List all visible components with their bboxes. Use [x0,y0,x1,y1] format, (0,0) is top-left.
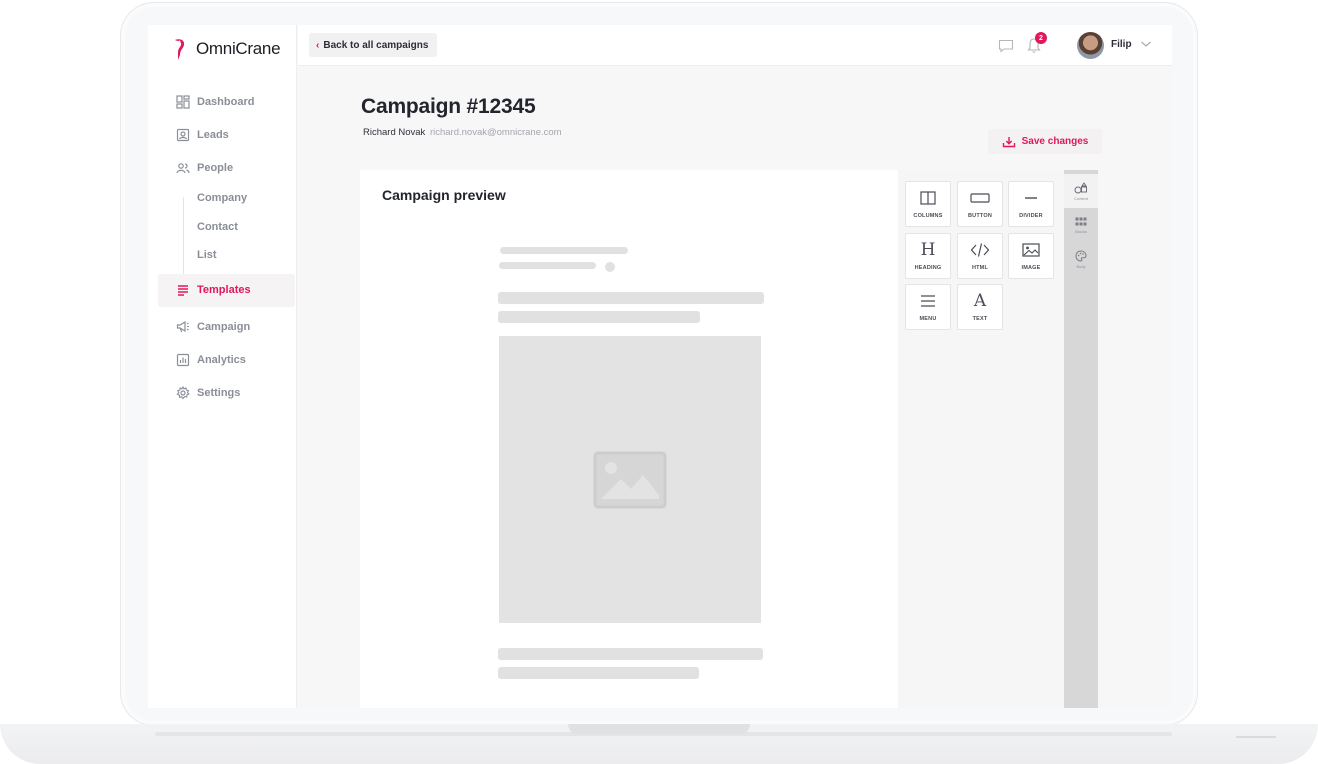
preview-title: Campaign preview [382,187,506,203]
sidebar: OmniCrane Dashboard Leads People Company… [148,25,297,708]
rail-tab-blocks[interactable]: Blocks [1064,208,1098,242]
campaign-editor: Campaign preview COLUMNS BUTTON DIVIDER [360,170,1098,708]
rail-tab-body[interactable]: Body [1064,242,1098,276]
tool-label: BUTTON [967,213,992,219]
tool-html[interactable]: HTML [957,233,1003,279]
image-placeholder[interactable] [499,336,761,623]
megaphone-icon [176,320,189,333]
tool-label: COLUMNS [913,213,943,219]
content-tools-panel: COLUMNS BUTTON DIVIDER H HEADING HTML IM… [898,170,1064,708]
sidebar-item-label: Contact [197,220,238,233]
sidebar-item-label: People [197,161,234,174]
campaign-owner: Richard Novak richard.novak@omnicrane.co… [363,127,562,138]
logo[interactable]: OmniCrane [172,36,281,62]
tool-label: TEXT [972,316,988,322]
sidebar-item-templates[interactable]: Templates [158,273,295,307]
rail-tab-label: Body [1076,263,1086,269]
image-icon [1022,243,1040,257]
sidebar-item-list[interactable]: List [148,241,297,270]
sidebar-item-label: Dashboard [197,95,255,108]
laptop-base [0,724,1318,764]
templates-icon [178,285,188,296]
sidebar-item-label: Settings [197,387,241,399]
image-icon [593,451,667,508]
gear-icon [176,386,190,400]
placeholder-line [498,667,699,679]
leads-icon [176,128,190,141]
blocks-icon [1075,217,1087,225]
placeholder-dot [605,262,615,272]
dashboard-icon [176,94,190,109]
owner-email: richard.novak@omnicrane.com [429,127,562,138]
notification-badge: 2 [1035,32,1047,44]
sidebar-item-label: List [197,249,217,262]
notifications-button[interactable]: 2 [1026,32,1047,55]
tool-label: DIVIDER [1019,213,1043,219]
brand-name: OmniCrane [196,39,281,58]
save-changes-button[interactable]: Save changes [988,129,1102,154]
placeholder-line [498,292,764,304]
columns-icon [920,191,936,205]
text-icon: A [973,291,987,311]
sidebar-item-campaign[interactable]: Campaign [148,311,297,344]
tool-divider[interactable]: DIVIDER [1008,181,1054,227]
chevron-left-icon: ‹ [316,39,320,51]
download-icon [1002,136,1015,147]
button-icon [970,193,990,203]
tool-label: HTML [971,265,989,271]
palette-icon [1075,249,1087,262]
tool-label: MENU [919,316,937,322]
tool-label: HEADING [914,265,942,271]
rail-tab-label: Blocks [1075,228,1087,234]
sidebar-item-people[interactable]: People [148,151,297,184]
chevron-down-icon[interactable] [1139,37,1153,51]
rail-tab-content[interactable]: Content [1064,174,1098,208]
editor-side-rail: Content Blocks Body [1064,170,1098,708]
sidebar-item-label: Company [197,192,248,205]
tool-text[interactable]: A TEXT [957,284,1003,330]
tool-heading[interactable]: H HEADING [905,233,951,279]
top-bar: ‹ Back to all campaigns 2 Filip [298,25,1172,66]
shapes-icon [1074,181,1087,193]
sidebar-item-label: Campaign [197,321,251,333]
sidebar-item-leads[interactable]: Leads [148,118,297,151]
menu-icon [921,295,935,307]
tool-label: IMAGE [1021,265,1041,271]
save-changes-label: Save changes [1021,136,1089,147]
chat-icon[interactable] [998,39,1014,53]
sidebar-item-label: Templates [197,284,251,296]
tool-menu[interactable]: MENU [905,284,951,330]
app-screen: OmniCrane Dashboard Leads People Company… [148,25,1172,708]
placeholder-line [498,648,763,660]
rail-tab-label: Content [1073,195,1088,201]
placeholder-line [499,262,596,269]
tool-image[interactable]: IMAGE [1008,233,1054,279]
sidebar-item-label: Leads [197,128,229,141]
sidebar-item-contact[interactable]: Contact [148,213,297,242]
sidebar-item-label: Analytics [197,354,246,366]
crane-logo-icon [175,39,185,60]
analytics-icon [176,353,190,367]
sidebar-item-company[interactable]: Company [148,184,297,213]
tool-button[interactable]: BUTTON [957,181,1003,227]
divider-icon [1025,197,1037,199]
back-to-campaigns-button[interactable]: ‹ Back to all campaigns [309,33,438,57]
back-button-label: Back to all campaigns [323,39,429,51]
avatar[interactable] [1077,32,1104,59]
page-title: Campaign #12345 [361,95,536,118]
owner-name: Richard Novak [363,127,426,138]
sidebar-nav: Dashboard Leads People Company Contact L… [148,85,297,410]
people-icon [176,162,190,173]
sidebar-item-analytics[interactable]: Analytics [148,344,297,377]
placeholder-line [500,247,628,254]
user-name[interactable]: Filip [1111,39,1132,50]
heading-icon: H [920,240,936,260]
placeholder-line [498,311,700,323]
tool-columns[interactable]: COLUMNS [905,181,951,227]
code-icon [970,243,990,257]
sidebar-item-dashboard[interactable]: Dashboard [148,85,297,118]
sidebar-item-settings[interactable]: Settings [148,377,297,410]
